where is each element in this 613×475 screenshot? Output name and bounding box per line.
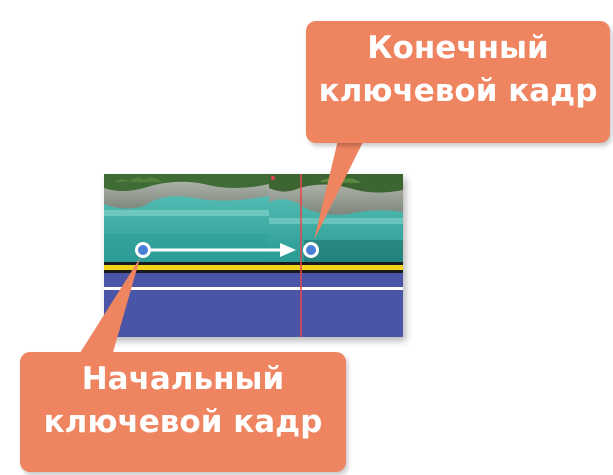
keyframe-dot-icon[interactable]: [303, 242, 319, 258]
end-callout-line2: ключевой кадр: [318, 73, 598, 109]
start-callout-line2: ключевой кадр: [43, 404, 323, 440]
clip-marker: [271, 176, 275, 180]
end-keyframe-callout: Конечный ключевой кадр: [306, 21, 610, 143]
keyframe-illustration: Конечный ключевой кадр Начальный ключево…: [0, 0, 613, 475]
timeline-svg: [104, 174, 403, 337]
keyframe-dot-icon[interactable]: [135, 242, 151, 258]
start-callout-line1: Начальный: [81, 361, 285, 397]
track-separator: [104, 262, 403, 265]
track-separator: [104, 270, 403, 273]
timeline-clip[interactable]: [104, 174, 403, 337]
effect-stripe: [104, 265, 403, 270]
audio-level-line: [104, 287, 403, 290]
start-keyframe-callout: Начальный ключевой кадр: [20, 352, 346, 472]
audio-track[interactable]: [104, 273, 403, 337]
end-callout-line1: Конечный: [367, 30, 549, 66]
